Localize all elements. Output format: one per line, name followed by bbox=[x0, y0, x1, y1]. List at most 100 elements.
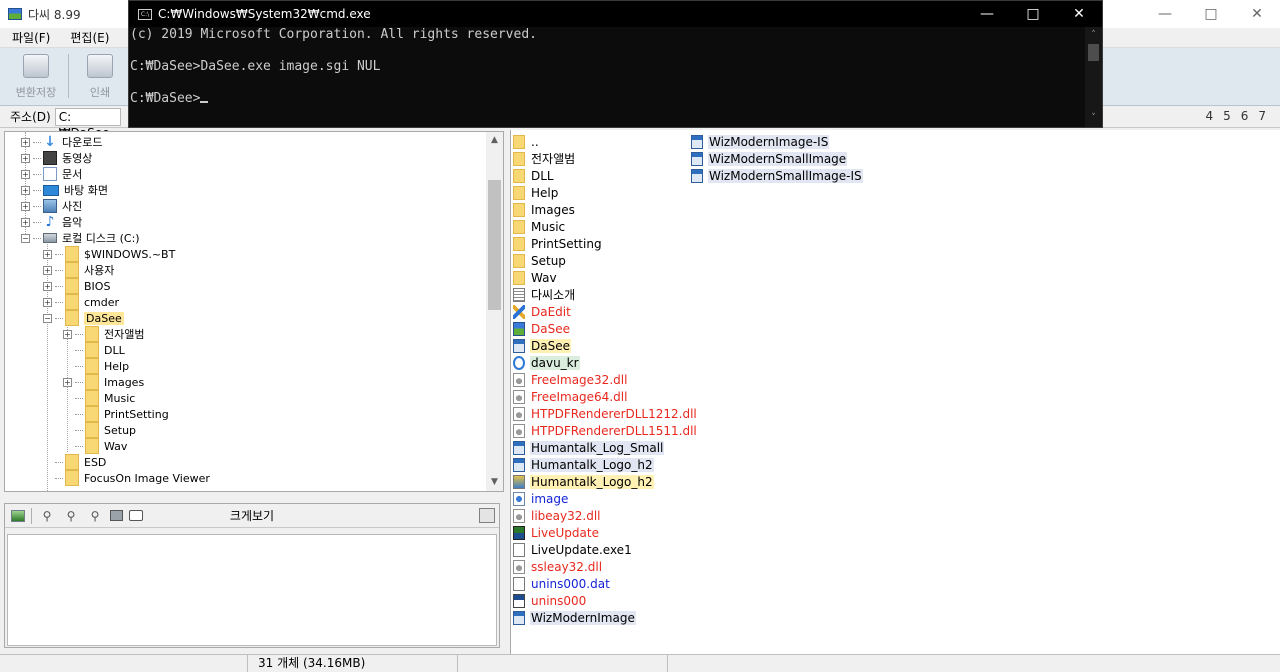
cmd-window[interactable]: C:\ C:₩Windows₩System32₩cmd.exe — □ ✕ (c… bbox=[128, 0, 1103, 128]
cmd-close-button[interactable]: ✕ bbox=[1056, 1, 1102, 27]
tree-item-dasee[interactable]: − DaSee bbox=[43, 310, 124, 326]
tree-item-folder[interactable]: Wav bbox=[63, 438, 127, 454]
scroll-up-icon[interactable]: ▲ bbox=[486, 132, 503, 149]
file-item[interactable]: DaSee bbox=[513, 337, 571, 354]
scrollbar-thumb[interactable] bbox=[1088, 44, 1099, 61]
tree-item-folder[interactable]: + 사용자 bbox=[43, 262, 114, 278]
file-item[interactable]: Humantalk_Logo_h2 bbox=[513, 473, 654, 490]
file-item[interactable]: PrintSetting bbox=[513, 235, 603, 252]
page-5[interactable]: 5 bbox=[1223, 109, 1231, 123]
tree-item-folder[interactable]: + Images bbox=[63, 374, 144, 390]
expand-icon[interactable]: + bbox=[21, 201, 30, 211]
file-item[interactable]: unins000 bbox=[513, 592, 587, 609]
file-item[interactable]: image bbox=[513, 490, 569, 507]
tree-item-videos[interactable]: + 동영상 bbox=[21, 150, 92, 166]
file-item[interactable]: ssleay32.dll bbox=[513, 558, 603, 575]
expand-icon[interactable]: + bbox=[43, 265, 52, 275]
tree-item-folder[interactable]: Music bbox=[63, 390, 135, 406]
file-item[interactable]: Music bbox=[513, 218, 566, 235]
scroll-down-icon[interactable]: ˅ bbox=[1085, 110, 1102, 127]
tree-item-folder[interactable]: FocusOn Image Viewer bbox=[43, 470, 210, 486]
expand-icon[interactable]: + bbox=[21, 153, 30, 163]
file-item[interactable]: Setup bbox=[513, 252, 567, 269]
file-name: Wav bbox=[531, 270, 557, 285]
file-item[interactable]: WizModernSmallImage bbox=[691, 150, 848, 167]
folder-icon bbox=[65, 262, 79, 278]
save-convert-button[interactable]: 변환저장 bbox=[6, 52, 66, 102]
maximize-preview-button[interactable] bbox=[479, 508, 495, 523]
collapse-icon[interactable]: − bbox=[43, 313, 52, 323]
menu-file[interactable]: 파일(F) bbox=[0, 29, 58, 46]
tree-item-folder[interactable]: PrintSetting bbox=[63, 406, 169, 422]
file-item[interactable]: WizModernImage-IS bbox=[691, 133, 830, 150]
file-item[interactable]: 전자앨범 bbox=[513, 150, 576, 167]
tree-item-pictures[interactable]: + 사진 bbox=[21, 198, 82, 214]
file-item[interactable]: FreeImage64.dll bbox=[513, 388, 628, 405]
tree-item-documents[interactable]: + 문서 bbox=[21, 166, 82, 182]
tree-item-folder[interactable]: + BIOS bbox=[43, 278, 110, 294]
address-input[interactable]: C:₩DaSee bbox=[54, 107, 121, 140]
menu-edit[interactable]: 편집(E) bbox=[58, 29, 117, 46]
cmd-console[interactable]: (c) 2019 Microsoft Corporation. All righ… bbox=[129, 27, 1087, 127]
cmd-maximize-button[interactable]: □ bbox=[1010, 1, 1056, 27]
minimize-button[interactable]: — bbox=[1142, 0, 1188, 28]
file-item[interactable]: FreeImage32.dll bbox=[513, 371, 628, 388]
page-4[interactable]: 4 bbox=[1205, 109, 1213, 123]
expand-icon[interactable]: + bbox=[21, 137, 30, 147]
file-item[interactable]: Wav bbox=[513, 269, 558, 286]
tree-item-folder[interactable]: Setup bbox=[63, 422, 136, 438]
expand-icon[interactable]: + bbox=[63, 377, 72, 387]
file-name: Humantalk_Logo_h2 bbox=[530, 474, 654, 489]
expand-icon[interactable]: + bbox=[63, 329, 72, 339]
tree-item-folder[interactable]: + $WINDOWS.~BT bbox=[43, 246, 175, 262]
expand-icon[interactable]: + bbox=[43, 249, 52, 259]
file-item[interactable]: DaSee bbox=[513, 320, 571, 337]
tree-item-folder[interactable]: DLL bbox=[63, 342, 125, 358]
tree-scrollbar[interactable]: ▲ ▼ bbox=[486, 132, 503, 491]
expand-icon[interactable]: + bbox=[43, 297, 52, 307]
file-item[interactable]: HTPDFRendererDLL1511.dll bbox=[513, 422, 698, 439]
tree-item-folder[interactable]: + cmder bbox=[43, 294, 119, 310]
expand-icon[interactable]: + bbox=[21, 169, 30, 179]
tree-item-folder[interactable]: + 전자앨범 bbox=[63, 326, 144, 342]
file-item[interactable]: DaEdit bbox=[513, 303, 572, 320]
tree-item-desktop[interactable]: + 바탕 화면 bbox=[21, 182, 108, 198]
file-item[interactable]: davu_kr bbox=[513, 354, 580, 371]
file-item[interactable]: WizModernSmallImage-IS bbox=[691, 167, 863, 184]
address-label: 주소(D) bbox=[10, 110, 51, 124]
cmd-titlebar[interactable]: C:\ C:₩Windows₩System32₩cmd.exe — □ ✕ bbox=[129, 1, 1102, 27]
scrollbar-thumb[interactable] bbox=[488, 180, 501, 310]
status-count: 31 개체 (34.16MB) bbox=[248, 655, 458, 672]
file-item[interactable]: 다씨소개 bbox=[513, 286, 576, 303]
page-6[interactable]: 6 bbox=[1241, 109, 1249, 123]
file-item[interactable]: libeay32.dll bbox=[513, 507, 602, 524]
tree-item-local-disk[interactable]: − 로컬 디스크 (C:) bbox=[21, 230, 140, 246]
cmd-scrollbar[interactable]: ˄ ˅ bbox=[1085, 27, 1102, 127]
expand-icon[interactable]: + bbox=[21, 217, 30, 227]
close-button[interactable]: ✕ bbox=[1234, 0, 1280, 28]
print-button[interactable]: 인쇄 bbox=[70, 52, 130, 102]
file-item[interactable]: LiveUpdate bbox=[513, 524, 600, 541]
scroll-up-icon[interactable]: ˄ bbox=[1085, 27, 1102, 44]
expand-icon[interactable]: + bbox=[21, 185, 30, 195]
tree-item-music[interactable]: + ♪ 음악 bbox=[21, 214, 82, 230]
tree-item-downloads[interactable]: + ↓ 다운로드 bbox=[21, 134, 102, 150]
maximize-button[interactable]: □ bbox=[1188, 0, 1234, 28]
cmd-minimize-button[interactable]: — bbox=[964, 1, 1010, 27]
file-item[interactable]: WizModernImage bbox=[513, 609, 636, 626]
collapse-icon[interactable]: − bbox=[21, 233, 30, 243]
file-item[interactable]: Humantalk_Logo_h2 bbox=[513, 456, 654, 473]
page-7[interactable]: 7 bbox=[1258, 109, 1266, 123]
expand-icon[interactable]: + bbox=[43, 281, 52, 291]
scroll-down-icon[interactable]: ▼ bbox=[486, 474, 503, 491]
tree-item-folder[interactable]: Help bbox=[63, 358, 129, 374]
file-item[interactable]: Humantalk_Log_Small bbox=[513, 439, 665, 456]
file-item[interactable]: HTPDFRendererDLL1212.dll bbox=[513, 405, 698, 422]
file-item[interactable]: .. bbox=[513, 133, 540, 150]
file-item[interactable]: Help bbox=[513, 184, 559, 201]
tree-item-folder[interactable]: ESD bbox=[43, 454, 106, 470]
file-item[interactable]: unins000.dat bbox=[513, 575, 611, 592]
file-item[interactable]: Images bbox=[513, 201, 576, 218]
file-item[interactable]: LiveUpdate.exe1 bbox=[513, 541, 633, 558]
file-item[interactable]: DLL bbox=[513, 167, 555, 184]
